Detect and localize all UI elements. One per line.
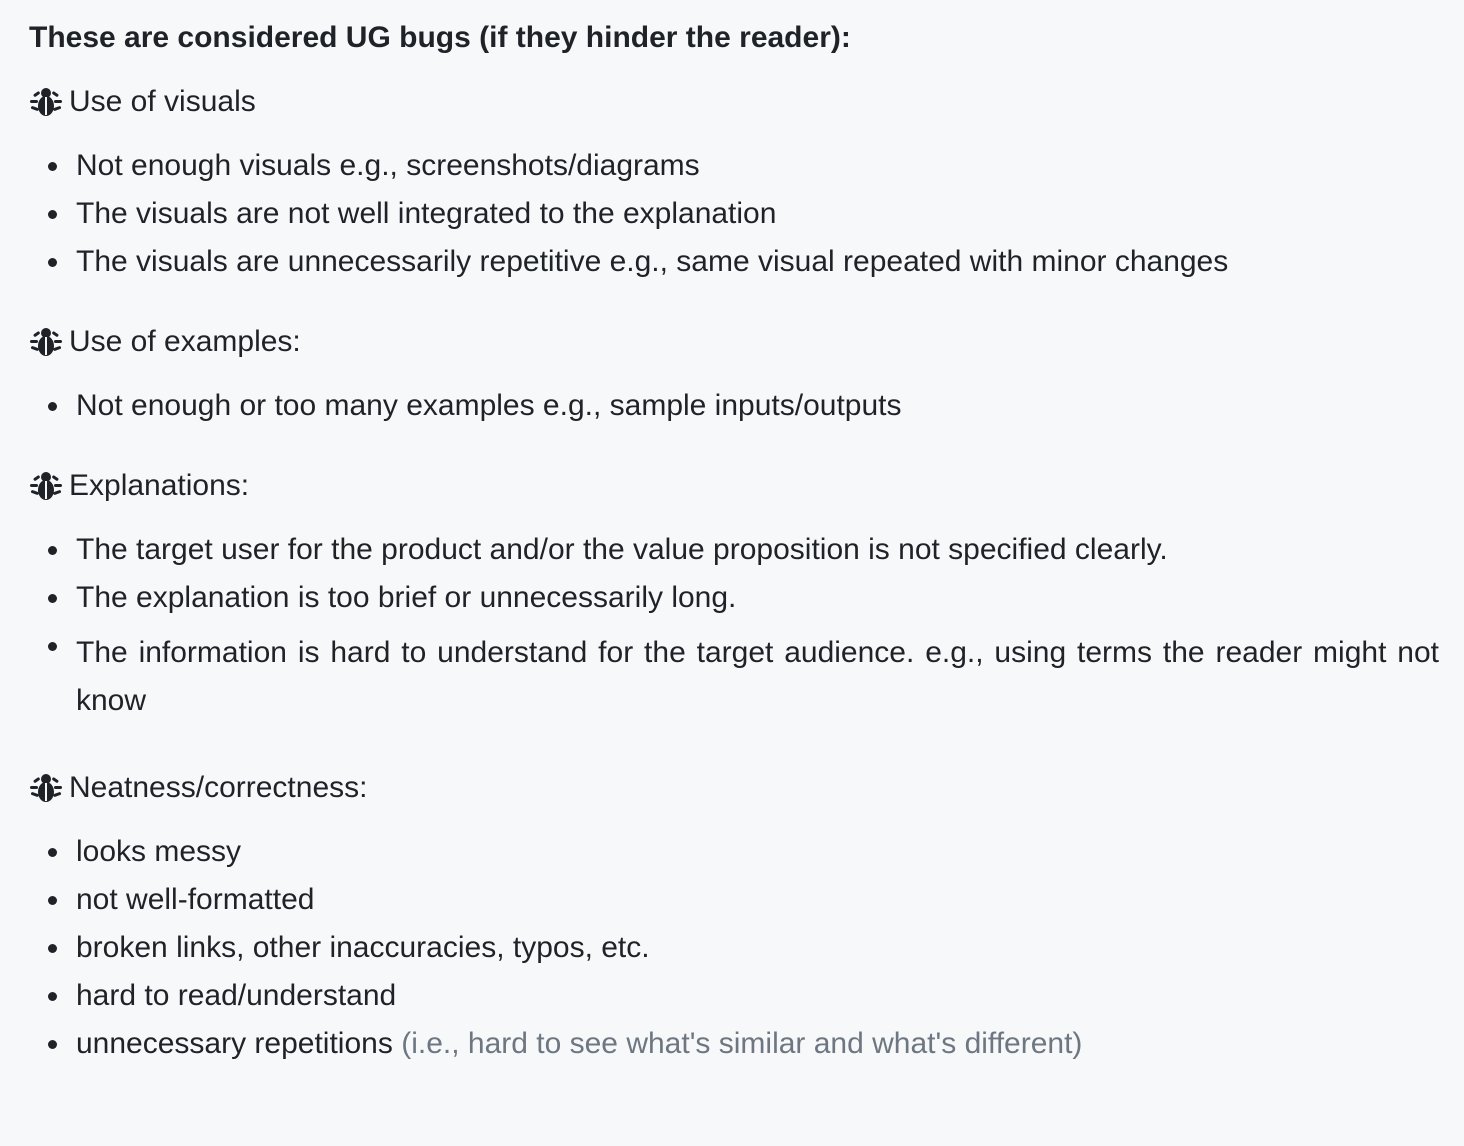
bug-icon [29,325,63,359]
bug-icon [29,771,63,805]
list-item: Not enough or too many examples e.g., sa… [29,382,1439,430]
list-item-text: The explanation is too brief or unnecess… [76,581,737,614]
bullet [48,210,57,219]
list-item-text: unnecessary repetitions [76,1027,393,1060]
list-item-text: Not enough or too many examples e.g., sa… [76,389,902,422]
list-item-text: looks messy [76,835,242,868]
list-item: hard to read/understand [29,972,1439,1020]
list-item-text: The visuals are unnecessarily repetitive… [76,245,1229,278]
bullet [48,546,57,555]
list-item-text: hard to read/understand [76,979,397,1012]
section-title-text: Use of visuals [69,85,256,118]
section-title: Explanations: [29,462,1439,510]
list-item-text: Not enough visuals e.g., screenshots/dia… [76,149,700,182]
list-item: The explanation is too brief or unnecess… [29,574,1439,622]
bullet [48,992,57,1001]
list-item-text: The target user for the product and/or t… [76,533,1168,566]
section-title: Use of examples: [29,318,1439,366]
list-item: broken links, other inaccuracies, typos,… [29,924,1439,972]
list-item: unnecessary repetitions (i.e., hard to s… [29,1020,1439,1068]
list-item: looks messy [29,828,1439,876]
list-item: Not enough visuals e.g., screenshots/dia… [29,142,1439,190]
bullet [48,642,57,651]
section-title: Neatness/correctness: [29,764,1439,812]
section-neatness-correctness: Neatness/correctness: looks messy not we… [29,764,1439,1068]
section-use-of-examples: Use of examples: Not enough or too many … [29,318,1439,430]
item-list: Not enough or too many examples e.g., sa… [29,382,1439,430]
bullet [48,162,57,171]
bullet [48,896,57,905]
list-item: The information is hard to understand fo… [29,622,1439,732]
section-title: Use of visuals [29,78,1439,126]
section-title-text: Neatness/correctness: [69,771,368,804]
list-item-text: The information is hard to understand fo… [76,636,1439,717]
item-list: Not enough visuals e.g., screenshots/dia… [29,142,1439,286]
bug-icon [29,469,63,503]
bullet [48,944,57,953]
list-item: not well-formatted [29,876,1439,924]
bullet [48,402,57,411]
document: These are considered UG bugs (if they hi… [29,14,1439,1068]
bullet [48,848,57,857]
section-use-of-visuals: Use of visuals Not enough visuals e.g., … [29,78,1439,286]
section-explanations: Explanations: The target user for the pr… [29,462,1439,732]
list-item: The target user for the product and/or t… [29,526,1439,574]
bullet [48,258,57,267]
bullet [48,594,57,603]
list-item-note: (i.e., hard to see what's similar and wh… [401,1027,1083,1060]
list-item-text: broken links, other inaccuracies, typos,… [76,931,650,964]
list-item: The visuals are unnecessarily repetitive… [29,238,1439,286]
bug-icon [29,85,63,119]
section-title-text: Use of examples: [69,325,301,358]
list-item-text: not well-formatted [76,883,315,916]
list-item: The visuals are not well integrated to t… [29,190,1439,238]
bullet [48,1040,57,1049]
list-item-text: The visuals are not well integrated to t… [76,197,777,230]
item-list: looks messy not well-formatted broken li… [29,828,1439,1068]
page-heading: These are considered UG bugs (if they hi… [29,21,851,54]
section-title-text: Explanations: [69,469,250,502]
item-list: The target user for the product and/or t… [29,526,1439,732]
